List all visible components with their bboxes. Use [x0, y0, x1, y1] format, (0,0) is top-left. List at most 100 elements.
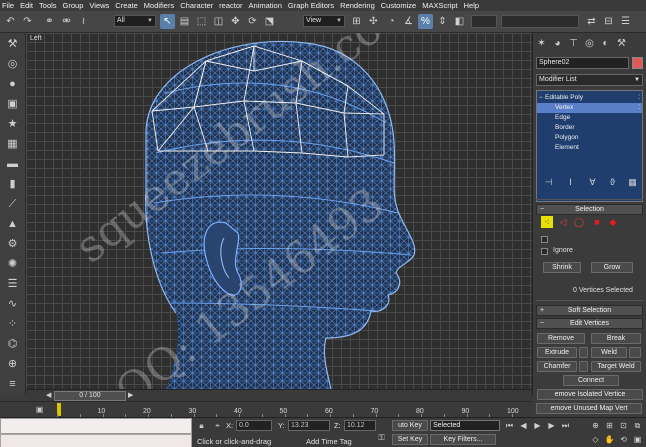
polygon-level-icon[interactable]: ■	[591, 216, 603, 228]
connect-button[interactable]: Connect	[563, 375, 619, 386]
menu-maxscript[interactable]: MAXScript	[422, 0, 457, 11]
tube-icon[interactable]: ⌬	[5, 337, 20, 352]
track-bar[interactable]: ▣ 10 20 30 40 50 60 70 80 90 100	[0, 401, 532, 417]
by-vertex-checkbox[interactable]	[541, 236, 548, 243]
select-move-icon[interactable]: ✥	[228, 14, 243, 29]
configure-sets-icon[interactable]: ▦	[626, 176, 639, 188]
auto-key-button[interactable]: uto Key	[392, 420, 428, 431]
bone-icon[interactable]: ⟋	[5, 197, 20, 212]
field-of-view-icon[interactable]: ◇	[590, 434, 601, 445]
menu-customize[interactable]: Customize	[381, 0, 416, 11]
named-selection-sets-icon[interactable]: ◧	[452, 14, 467, 29]
particle-icon[interactable]: ✺	[5, 257, 20, 272]
x-coordinate-field[interactable]: 0.0	[236, 420, 272, 431]
reference-coordinate-dropdown[interactable]: View ▼	[303, 15, 345, 27]
angle-snap-icon[interactable]: ∡	[401, 14, 416, 29]
modifier-list-dropdown[interactable]: Modifier List ▼	[536, 74, 643, 86]
camera-icon[interactable]: ▬	[5, 157, 20, 172]
extrude-settings-button[interactable]	[579, 347, 588, 358]
go-to-start-icon[interactable]: ⏮	[504, 420, 515, 431]
modify-tab-icon[interactable]: ◕	[551, 37, 564, 50]
element-level-icon[interactable]: ◆	[607, 216, 619, 228]
remove-modifier-icon[interactable]: ϑ	[606, 176, 619, 188]
maxscript-listener-field[interactable]	[0, 418, 192, 434]
menu-character[interactable]: Character	[180, 0, 213, 11]
motion-tab-icon[interactable]: ◎	[583, 37, 596, 50]
sphere-icon[interactable]: ●	[5, 77, 20, 92]
selection-rollout-header[interactable]: − Selection	[536, 204, 643, 215]
selection-lock-icon[interactable]: 🔒︎	[196, 420, 207, 431]
cylinder-icon[interactable]: ▮	[5, 177, 20, 192]
object-name-field[interactable]: Sphere02	[536, 57, 629, 69]
rectangular-selection-icon[interactable]: ⬚	[194, 14, 209, 29]
edge-level-icon[interactable]: ◁	[557, 216, 569, 228]
zoom-extents-all-icon[interactable]: ⧉	[632, 420, 643, 431]
stack-item-border[interactable]: Border	[537, 123, 642, 133]
display-tab-icon[interactable]: ◐	[599, 37, 612, 50]
menu-views[interactable]: Views	[89, 0, 109, 11]
bind-space-warp-icon[interactable]: ≀	[76, 14, 91, 29]
remove-unused-map-verts-button[interactable]: emove Unused Map Vert	[536, 403, 642, 414]
cone-icon[interactable]: ▲	[5, 217, 20, 232]
hair-icon[interactable]: ☰	[5, 277, 20, 292]
set-key-button[interactable]: Set Key	[392, 434, 428, 445]
zoom-icon[interactable]: ⊕	[590, 420, 601, 431]
box-icon[interactable]: ▣	[5, 97, 20, 112]
y-coordinate-field[interactable]: 13.23	[288, 420, 330, 431]
named-selection-sets-dropdown[interactable]	[501, 15, 579, 28]
remove-isolated-vertices-button[interactable]: emove Isolated Vertice	[537, 389, 643, 400]
select-by-name-icon[interactable]: ▤	[177, 14, 192, 29]
menu-reactor[interactable]: reactor	[219, 0, 242, 11]
maxscript-mini-listener[interactable]	[0, 434, 192, 447]
make-unique-icon[interactable]: ∀	[586, 176, 599, 188]
undo-icon[interactable]: ↶	[3, 14, 18, 29]
redo-icon[interactable]: ↷	[20, 14, 35, 29]
target-weld-button[interactable]: Target Weld	[591, 361, 641, 372]
go-to-end-icon[interactable]: ⏭	[560, 420, 571, 431]
helix-icon[interactable]: ∿	[5, 297, 20, 312]
layers-icon[interactable]: ≡	[5, 377, 20, 392]
menu-rendering[interactable]: Rendering	[340, 0, 375, 11]
absolute-mode-icon[interactable]: ⌖	[212, 420, 223, 431]
grid-icon[interactable]: ▦	[5, 137, 20, 152]
weld-button[interactable]: Weld	[591, 347, 627, 358]
arc-rotate-icon[interactable]: ⟲	[618, 434, 629, 445]
hierarchy-tab-icon[interactable]: ⊤	[567, 37, 580, 50]
prev-frame-icon[interactable]: ◀	[46, 391, 51, 399]
remove-button[interactable]: Remove	[537, 333, 585, 344]
time-slider[interactable]: ◀ 0 / 100 ▶	[26, 389, 532, 401]
extrude-button[interactable]: Extrude	[537, 347, 577, 358]
zoom-all-icon[interactable]: ⊞	[604, 420, 615, 431]
time-slider-thumb[interactable]: 0 / 100	[54, 391, 126, 401]
ignore-backfacing-checkbox[interactable]	[541, 248, 548, 255]
menu-file[interactable]: File	[2, 0, 14, 11]
pin-stack-icon[interactable]: ⊣	[542, 176, 555, 188]
menu-animation[interactable]: Animation	[249, 0, 282, 11]
torus-icon[interactable]: ◎	[5, 57, 20, 72]
open-mini-curve-editor-icon[interactable]: ▣	[34, 404, 45, 415]
stack-item-vertex[interactable]: Vertex ⁚	[537, 103, 642, 113]
unlink-icon[interactable]: ⚮	[59, 14, 74, 29]
dots-icon[interactable]: ⁘	[5, 317, 20, 332]
viewport-left[interactable]: Left squeezebrush.com QQ: 13546493	[26, 33, 532, 389]
selection-filter-dropdown[interactable]: All ▼	[114, 15, 156, 27]
select-scale-icon[interactable]: ⬔	[262, 14, 277, 29]
key-filters-button[interactable]: Key Filters...	[430, 434, 496, 445]
grow-button[interactable]: Grow	[591, 262, 633, 273]
select-manipulate-icon[interactable]: ✣	[366, 14, 381, 29]
stack-item-editable-poly[interactable]: − Editable Poly ⁚	[537, 93, 642, 103]
show-end-result-icon[interactable]: Ⅰ	[564, 176, 577, 188]
previous-frame-icon[interactable]: ◀	[518, 420, 529, 431]
spinner-snap-icon[interactable]: ⇕	[435, 14, 450, 29]
utilities-tab-icon[interactable]: ⚒	[615, 37, 628, 50]
wrench-icon[interactable]: ⚒	[5, 37, 20, 52]
shrink-button[interactable]: Shrink	[543, 262, 581, 273]
menu-graph-editors[interactable]: Graph Editors	[288, 0, 334, 11]
maximize-viewport-icon[interactable]: ▣	[632, 434, 643, 445]
select-rotate-icon[interactable]: ⟳	[245, 14, 260, 29]
soft-selection-rollout-header[interactable]: + Soft Selection	[536, 305, 643, 316]
window-crossing-icon[interactable]: ◫	[211, 14, 226, 29]
add-time-tag-button[interactable]: Add Time Tag	[306, 437, 352, 446]
menu-help[interactable]: Help	[464, 0, 479, 11]
menu-modifiers[interactable]: Modifiers	[144, 0, 174, 11]
